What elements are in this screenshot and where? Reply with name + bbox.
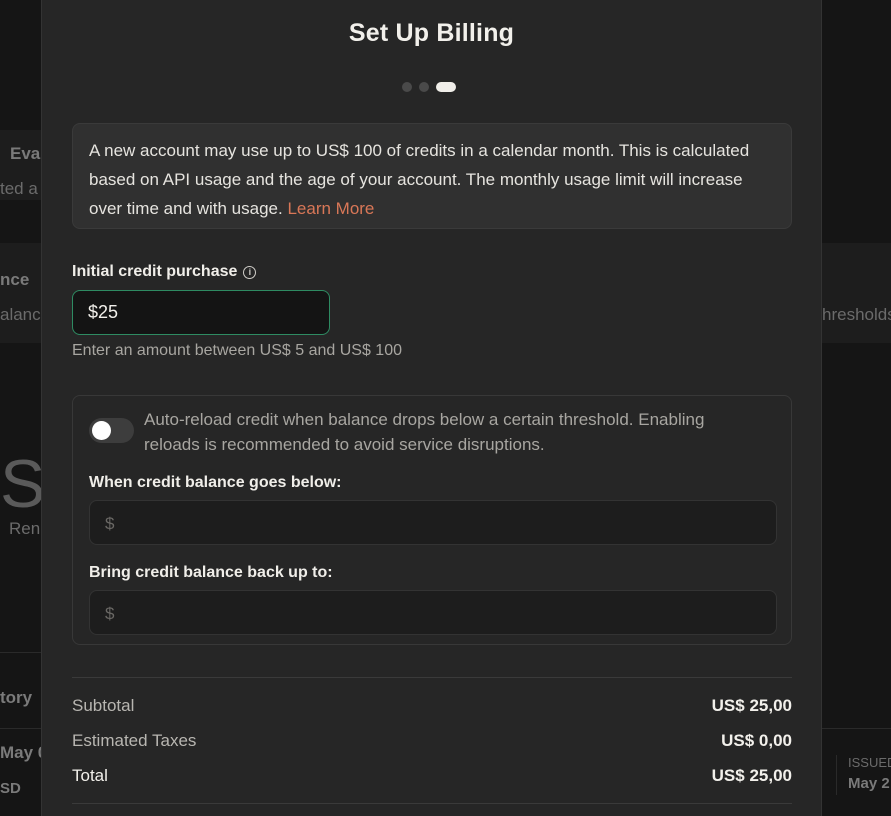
modal-title: Set Up Billing	[348, 19, 515, 47]
bg-divider	[836, 755, 837, 795]
below-threshold-label: When credit balance goes below:	[89, 474, 342, 491]
amount-helper-text: Enter an amount between US$ 5 and US$ 10…	[72, 342, 402, 359]
bg-card	[0, 243, 41, 343]
bg-text: Ren	[9, 519, 41, 538]
footer-divider	[72, 803, 792, 804]
toggle-knob	[92, 421, 111, 440]
bg-divider	[0, 728, 41, 729]
auto-reload-section: Auto-reload credit when balance drops be…	[72, 395, 792, 645]
bg-text: hresholds	[822, 305, 891, 324]
credit-purchase-label: Initial credit purchase i	[72, 263, 257, 281]
auto-reload-toggle[interactable]	[89, 418, 134, 443]
notice-text: A new account may use up to US$ 100 of c…	[89, 141, 750, 218]
bg-text: S	[0, 446, 46, 522]
billing-modal: Set Up Billing A new account may use up …	[41, 0, 822, 816]
step-dot	[402, 82, 412, 92]
subtotal-value: US$ 25,00	[711, 696, 792, 715]
bg-card	[822, 243, 891, 343]
auto-reload-description: Auto-reload credit when balance drops be…	[144, 410, 705, 454]
step-indicator	[402, 82, 456, 92]
bg-divider	[0, 652, 41, 653]
total-row: Total US$ 25,00	[72, 766, 792, 786]
step-dot	[419, 82, 429, 92]
subtotal-label: Subtotal	[72, 696, 135, 715]
below-threshold-input[interactable]: $	[89, 500, 777, 545]
taxes-row: Estimated Taxes US$ 0,00	[72, 731, 792, 751]
taxes-label: Estimated Taxes	[72, 731, 197, 750]
total-label: Total	[72, 766, 108, 785]
info-icon[interactable]: i	[243, 266, 257, 279]
reload-target-label: Bring credit balance back up to:	[89, 564, 333, 581]
usage-limit-notice: A new account may use up to US$ 100 of c…	[72, 123, 792, 229]
bg-text: tory	[0, 688, 33, 707]
bg-text: nce	[0, 270, 30, 289]
credit-amount-input[interactable]	[72, 290, 330, 335]
learn-more-link[interactable]: Learn More	[287, 199, 374, 218]
credit-purchase-label-text: Initial credit purchase	[72, 263, 238, 280]
currency-placeholder: $	[105, 514, 115, 533]
subtotal-row: Subtotal US$ 25,00	[72, 696, 792, 716]
taxes-value: US$ 0,00	[721, 731, 792, 750]
bg-text: ted a	[0, 179, 38, 198]
total-value: US$ 25,00	[711, 766, 792, 785]
bg-divider	[822, 728, 891, 729]
step-dot-active	[436, 82, 456, 92]
bg-text: SD	[0, 780, 21, 797]
bg-text: ISSUED	[848, 755, 891, 770]
bg-text: Eval	[10, 144, 45, 163]
currency-placeholder: $	[105, 604, 115, 623]
summary-divider	[72, 677, 792, 678]
reload-target-input[interactable]: $	[89, 590, 777, 635]
bg-text: May 2	[848, 775, 890, 792]
